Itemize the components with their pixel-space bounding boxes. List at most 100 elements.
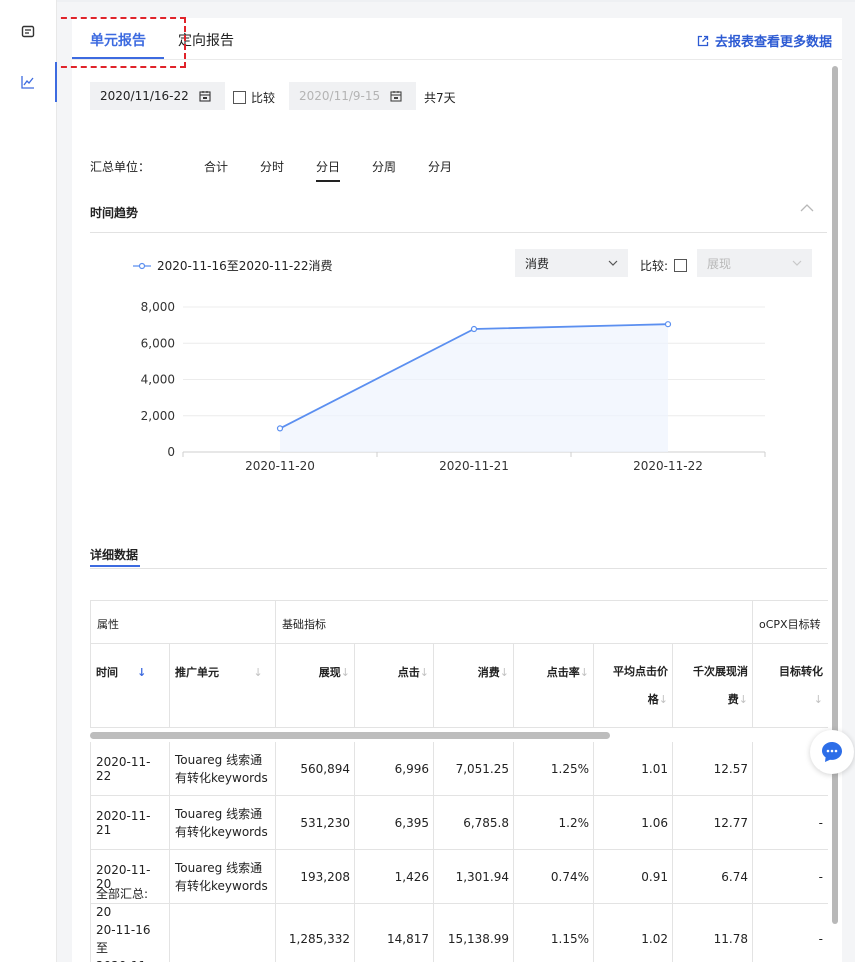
col-header-ctr[interactable]: 点击率↓ (513, 644, 594, 728)
col-header-clicks-label: 点击 (397, 666, 420, 679)
sort-arrow-icon[interactable]: ↓ (814, 693, 823, 706)
col-header-cpc-line2: 格 (647, 693, 659, 706)
cell-clicks-value: 6,996 (394, 761, 429, 776)
unit-name: Touareg 线索通 有转化keywords (175, 859, 268, 895)
sort-arrow-icon[interactable]: ↓ (739, 693, 748, 706)
group-header-attributes: 属性 (90, 600, 276, 644)
total-cell-cost: 15,138.99 (433, 904, 514, 962)
cell-cpm-value: 12.77 (713, 815, 748, 830)
sort-arrow-icon[interactable]: ↓ (420, 666, 429, 679)
col-header-unit[interactable]: 推广单元 ↓ (169, 644, 275, 728)
total-cell-impressions-value: 1,285,332 (288, 931, 350, 946)
cell-cpm: 12.57 (672, 742, 753, 795)
cell-cost-value: 6,785.8 (463, 815, 509, 830)
detail-section-divider (90, 568, 827, 569)
total-label: 全部汇总: 2020-11-16 至 2020-11-22 (96, 885, 165, 962)
cell-cost: 7,051.25 (433, 742, 514, 795)
col-header-date[interactable]: 时间 ↓ (90, 644, 170, 728)
cell-cpm: 12.77 (672, 796, 753, 849)
unit-name-line1: Touareg 线索通 (175, 752, 263, 767)
col-header-cpm-line2: 费 (727, 693, 739, 706)
col-header-cpc[interactable]: 平均点击价 格↓ (593, 644, 673, 728)
table-row: 2020-11-22 Touareg 线索通 有转化keywords 560,894 6… (90, 742, 828, 796)
cell-cost: 1,301.94 (433, 850, 514, 903)
group-header-ocpx: oCPX目标转 (752, 600, 828, 644)
x-tick-label: 2020-11-20 (245, 459, 315, 473)
cell-cpc-value: 1.01 (641, 761, 668, 776)
col-header-conversions-label: 目标转化 (779, 665, 823, 678)
total-cell-cpm: 11.78 (672, 904, 753, 962)
x-tick-label: 2020-11-22 (633, 459, 703, 473)
cell-cpm: 6.74 (672, 850, 753, 903)
y-tick-label: 0 (167, 445, 175, 459)
cell-impressions-value: 531,230 (300, 815, 350, 830)
cell-clicks: 6,996 (354, 742, 434, 795)
col-header-unit-label: 推广单元 (175, 666, 219, 679)
cell-conversions-value: - (818, 869, 823, 884)
group-header-basic: 基础指标 (275, 600, 753, 644)
cell-clicks-value: 1,426 (394, 869, 429, 884)
col-header-clicks[interactable]: 点击↓ (354, 644, 434, 728)
detail-table: 属性 基础指标 oCPX目标转 时间 ↓ 推广单元 ↓ 展现↓ 点击↓ 消费↓ … (90, 600, 828, 962)
col-header-conversions[interactable]: 目标转化 ↓ (752, 644, 828, 728)
data-point (664, 321, 672, 328)
cell-ctr: 1.25% (513, 742, 594, 795)
total-cell-clicks: 14,817 (354, 904, 434, 962)
unit-name-line2: 有转化keywords (175, 878, 268, 893)
cell-cpc: 1.01 (593, 742, 673, 795)
col-header-cost[interactable]: 消费↓ (433, 644, 514, 728)
total-cell-conversions-value: - (818, 931, 823, 946)
data-point (276, 425, 284, 432)
total-label-line: 2020-11-22 (96, 959, 150, 962)
chat-help-button[interactable] (810, 730, 854, 774)
data-point (470, 325, 478, 333)
cell-cpc: 1.06 (593, 796, 673, 849)
cell-conversions: - (752, 850, 828, 903)
col-header-cost-label: 消费 (477, 666, 500, 679)
total-cell-conversions: - (752, 904, 828, 962)
sort-arrow-icon[interactable]: ↓ (580, 666, 589, 679)
sort-arrow-icon[interactable]: ↓ (253, 666, 262, 679)
cell-date-value: 2020-11-21 (96, 808, 151, 837)
total-cell-date: 全部汇总: 2020-11-16 至 2020-11-22 (90, 887, 170, 962)
y-tick-label: 8,000 (141, 300, 175, 314)
cell-ctr: 0.74% (513, 850, 594, 903)
cell-cost-value: 1,301.94 (455, 869, 509, 884)
cell-date: 2020-11-22 (90, 742, 170, 795)
sort-arrow-icon[interactable]: ↓ (341, 666, 350, 679)
cell-cpm-value: 12.57 (713, 761, 748, 776)
col-header-cpm[interactable]: 千次展现消 费↓ (672, 644, 753, 728)
unit-name: Touareg 线索通 有转化keywords (175, 751, 268, 787)
total-label-line: 20-11-16 至 (96, 922, 151, 955)
y-tick-label: 6,000 (141, 336, 175, 350)
unit-name: Touareg 线索通 有转化keywords (175, 805, 268, 841)
cell-impressions: 560,894 (275, 742, 355, 795)
total-cell-ctr-value: 1.15% (550, 931, 589, 946)
cell-clicks: 6,395 (354, 796, 434, 849)
cell-impressions: 531,230 (275, 796, 355, 849)
table-total-row: 全部汇总: 2020-11-16 至 2020-11-22 1,285,332 14,… (90, 887, 828, 962)
cell-unit: Touareg 线索通 有转化keywords (169, 796, 275, 849)
cell-clicks: 1,426 (354, 850, 434, 903)
cell-ctr-value: 1.25% (550, 761, 589, 776)
cell-ctr-value: 0.74% (550, 869, 589, 884)
sort-arrow-icon[interactable]: ↓ (500, 666, 509, 679)
sort-arrow-icon[interactable]: ↓ (659, 693, 668, 706)
cell-cpc-value: 0.91 (641, 869, 668, 884)
cell-conversions-value: - (818, 815, 823, 830)
y-tick-label: 4,000 (141, 373, 175, 387)
cell-cpc: 0.91 (593, 850, 673, 903)
x-tick-label: 2020-11-21 (439, 459, 509, 473)
unit-name-line1: Touareg 线索通 (175, 806, 263, 821)
horizontal-scrollbar-thumb[interactable] (90, 732, 610, 739)
cell-ctr-value: 1.2% (558, 815, 590, 830)
chat-bubble-icon (822, 742, 842, 762)
table-row: 2020-11-21 Touareg 线索通 有转化keywords 531,230 6… (90, 796, 828, 850)
sort-arrow-icon[interactable]: ↓ (137, 666, 146, 679)
col-header-date-label: 时间 (96, 666, 118, 679)
cell-date: 2020-11-21 (90, 796, 170, 849)
col-header-ctr-label: 点击率 (546, 666, 580, 679)
col-header-cpc-line1: 平均点击价 (613, 665, 668, 678)
col-header-impressions[interactable]: 展现↓ (275, 644, 355, 728)
unit-name-line2: 有转化keywords (175, 770, 268, 785)
